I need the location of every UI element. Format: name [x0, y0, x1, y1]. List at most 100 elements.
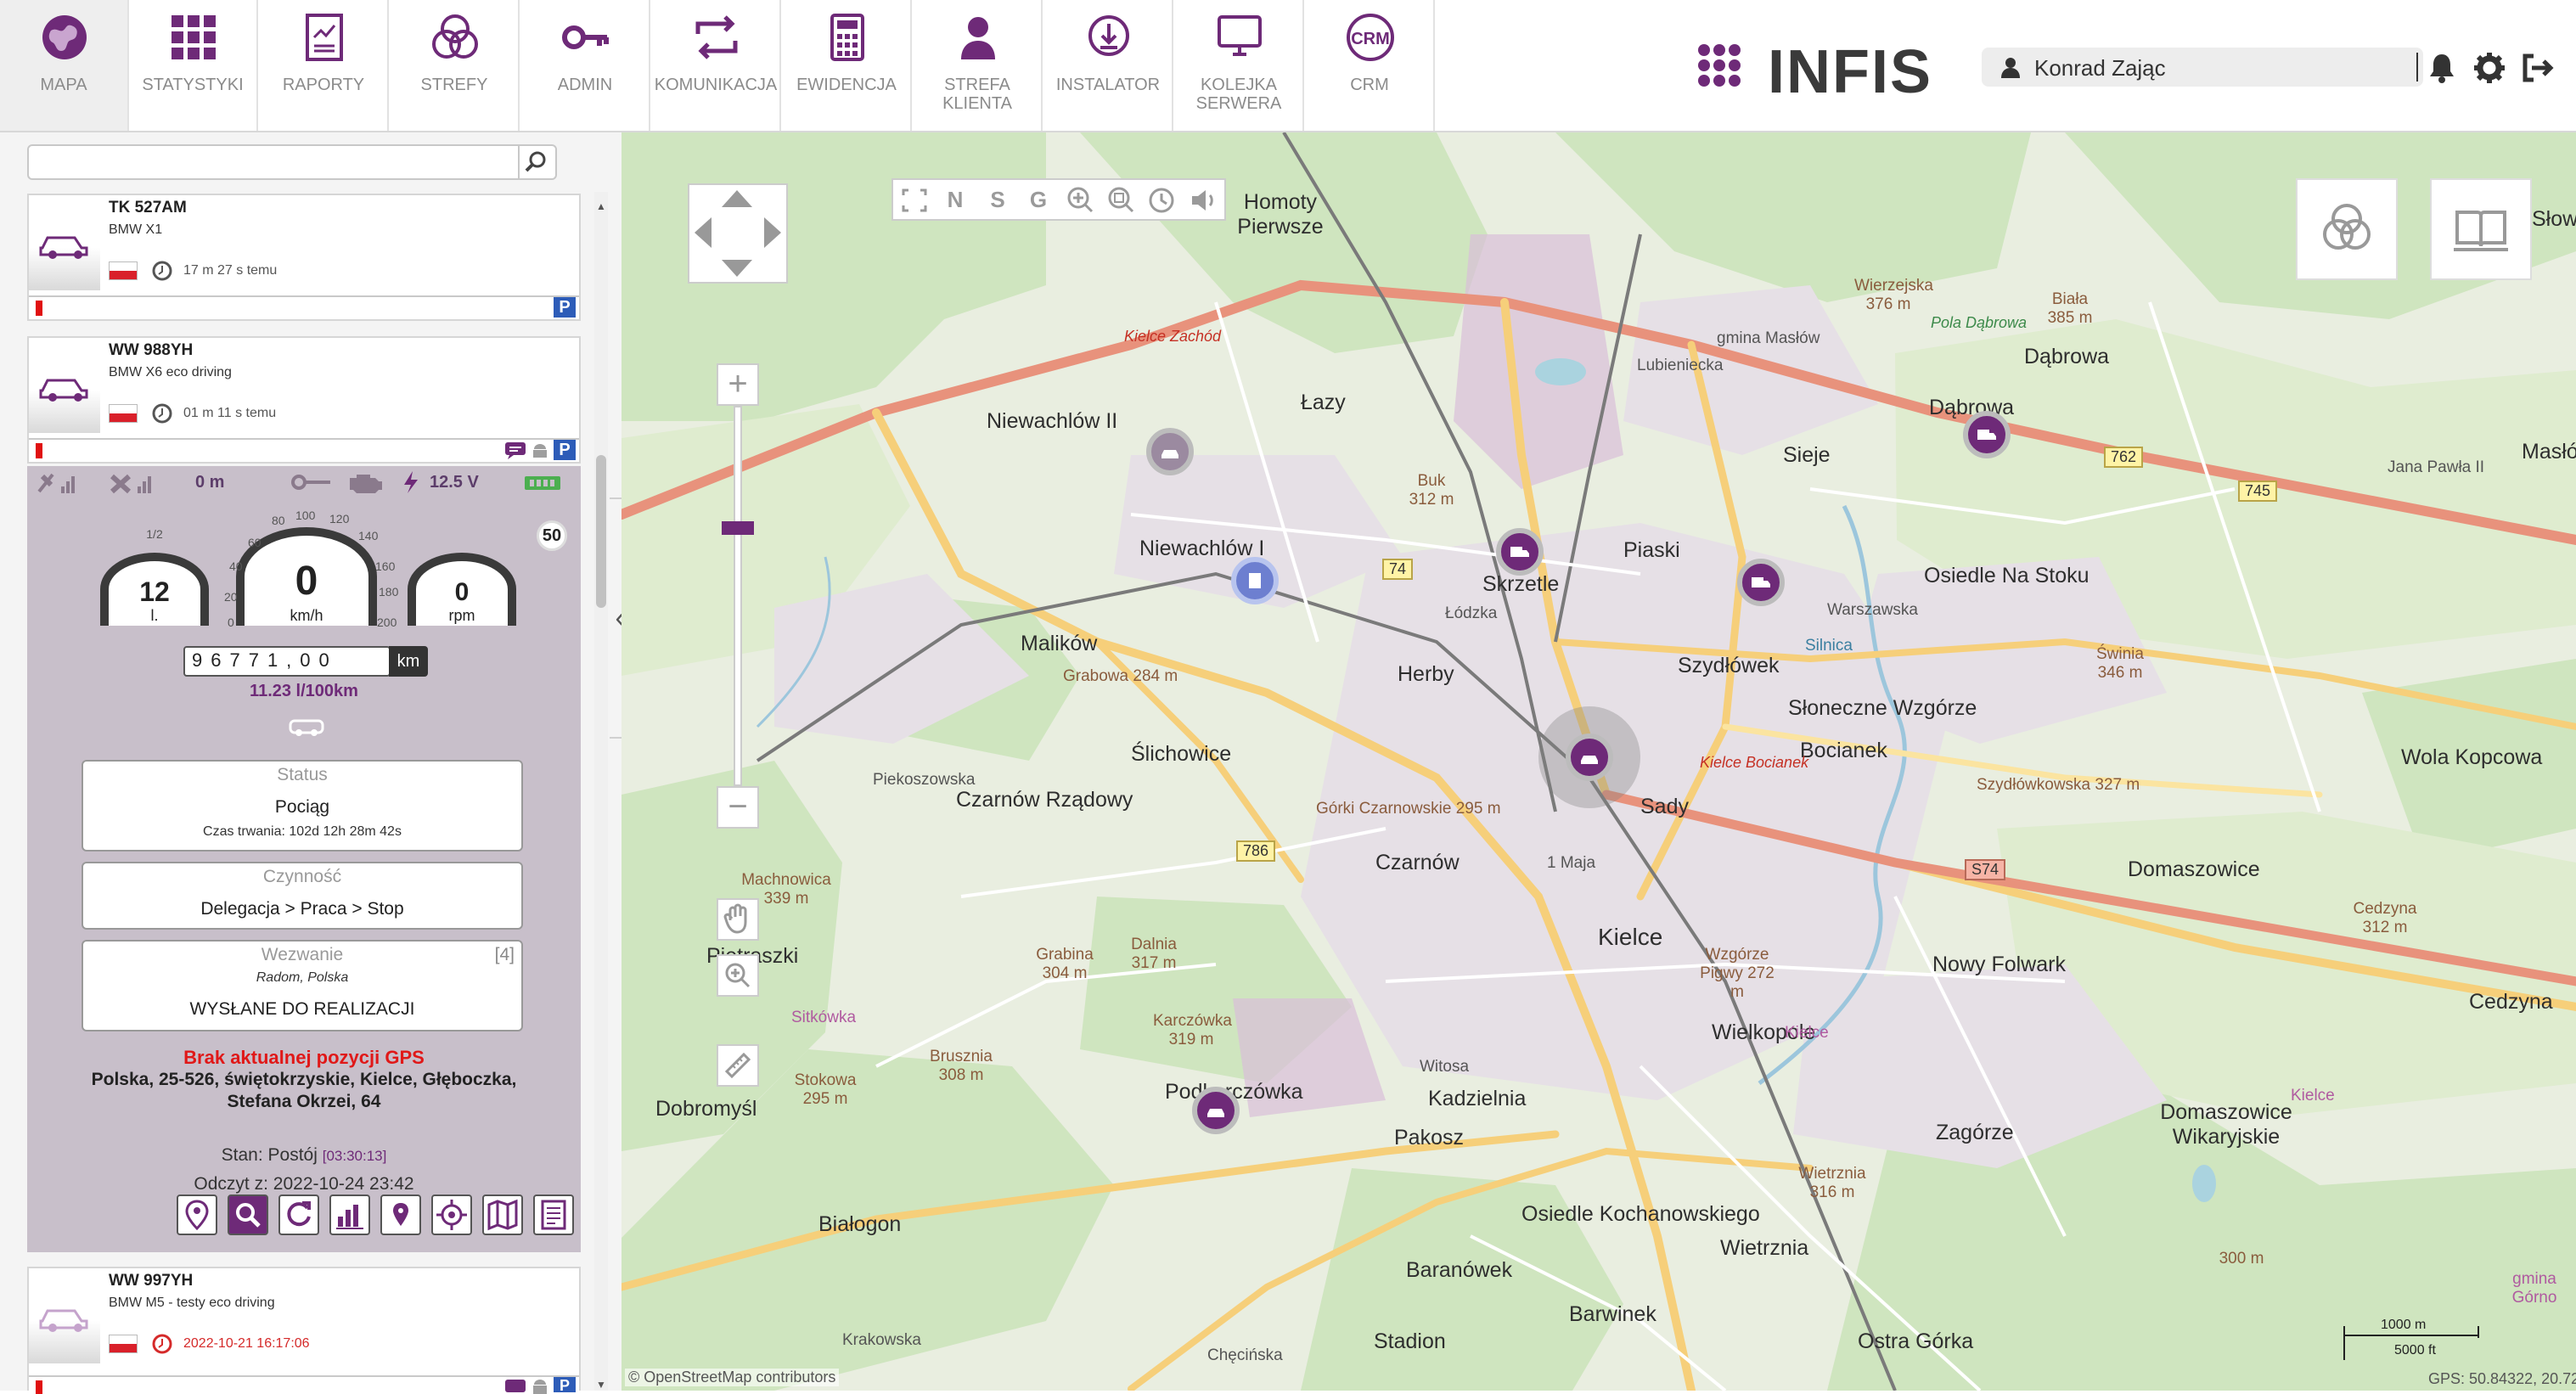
- vehicle-plate: WW 997YH: [109, 1272, 194, 1290]
- target-button[interactable]: [431, 1194, 472, 1235]
- nav-mapa[interactable]: MAPA: [0, 0, 129, 131]
- map-place-label: Szydłówek: [1678, 654, 1780, 677]
- nav-strefy[interactable]: STREFY: [391, 0, 520, 131]
- scale-imperial: 5000 ft: [2394, 1343, 2436, 1357]
- map-view[interactable]: Niewachlów II Łazy Niewachlów I Malików …: [622, 132, 2576, 1391]
- map-place-label: Słoneczne Wzgórze: [1788, 696, 1977, 720]
- search-button[interactable]: [518, 146, 555, 178]
- map-place-label: Kielce: [1598, 924, 1663, 950]
- map-place-label: Cedzyna: [2469, 990, 2553, 1014]
- vehicle-marker[interactable]: [1192, 1087, 1240, 1134]
- map-place-label: 300 m: [2219, 1250, 2264, 1268]
- status-duration: Czas trwania: 102d 12h 28m 42s: [203, 824, 402, 839]
- activity-panel[interactable]: Czynność Delegacja > Praca > Stop: [82, 862, 523, 930]
- selected-vehicle-marker[interactable]: [1566, 734, 1613, 781]
- zoom-area-button[interactable]: [717, 954, 759, 997]
- nav-label: KOMUNIKACJA: [654, 76, 778, 94]
- pan-right-icon[interactable]: [764, 217, 781, 248]
- map-mode-s-button[interactable]: S: [981, 187, 1014, 213]
- pan-left-icon[interactable]: [695, 217, 711, 248]
- pan-up-icon[interactable]: [722, 190, 752, 207]
- vehicle-marker[interactable]: [1737, 559, 1785, 606]
- status-panel: Status Pociąg Czas trwania: 102d 12h 28m…: [82, 760, 523, 852]
- message-icon[interactable]: [504, 1379, 526, 1394]
- map-attribution[interactable]: © OpenStreetMap contributors: [625, 1369, 840, 1386]
- sidebar-scroll-thumb[interactable]: [596, 455, 606, 608]
- status-indicator: [36, 443, 42, 458]
- map-place-label: Pola Dąbrowa: [1931, 314, 2028, 331]
- list-button[interactable]: [533, 1194, 574, 1235]
- map-place-label: Zagórze: [1936, 1121, 2014, 1144]
- vehicle-plate: TK 527AM: [109, 199, 187, 216]
- rpm-gauge: 0 rpm: [408, 553, 516, 626]
- map-mode-g-button[interactable]: G: [1022, 187, 1055, 213]
- map-place-label: Czarnów Rządowy: [956, 788, 1133, 812]
- nav-instalator[interactable]: INSTALATOR: [1044, 0, 1173, 131]
- map-mode-n-button[interactable]: N: [939, 187, 971, 213]
- map-place-label: Malików: [1021, 632, 1098, 655]
- map-place-label: Czarnów: [1375, 851, 1460, 874]
- person-pin-button[interactable]: [177, 1194, 217, 1235]
- vehicle-marker[interactable]: [1963, 411, 2011, 458]
- refresh-button[interactable]: [278, 1194, 319, 1235]
- message-icon[interactable]: [504, 441, 526, 460]
- status-indicator: [36, 301, 42, 316]
- sidebar-scrollbar[interactable]: ▲ ▼: [594, 192, 608, 1391]
- key-icon: [562, 25, 609, 49]
- parking-badge: P: [554, 440, 576, 460]
- scroll-up-icon[interactable]: ▲: [596, 200, 606, 212]
- logout-icon[interactable]: [2520, 51, 2554, 85]
- call-panel[interactable]: Wezwanie [4] Radom, Polska WYSŁANE DO RE…: [82, 940, 523, 1031]
- bell-icon[interactable]: [2425, 51, 2459, 85]
- pin-icon: [393, 1203, 408, 1226]
- map-place-label: Górki Czarnowskie 295 m: [1316, 800, 1501, 818]
- sound-toggle[interactable]: [1185, 183, 1221, 217]
- vehicle-sidebar: TK 527AM BMW X1 17 m 27 s temu P WW 988Y…: [0, 132, 638, 1394]
- zoom-box-tool[interactable]: [1104, 183, 1139, 217]
- zoom-handle[interactable]: [722, 521, 754, 535]
- map-place-label: Wietrznia: [1720, 1236, 1809, 1260]
- pan-down-icon[interactable]: [722, 260, 752, 277]
- scroll-down-icon[interactable]: ▼: [596, 1379, 606, 1391]
- vehicle-card-selected[interactable]: WW 988YH BMW X6 eco driving 01 m 11 s te…: [27, 336, 581, 464]
- pan-hand-button[interactable]: [717, 898, 759, 941]
- nav-raporty[interactable]: RAPORTY: [260, 0, 389, 131]
- hand-icon: [723, 903, 747, 934]
- fuel-unit: l.: [150, 607, 159, 624]
- vehicle-marker[interactable]: [1496, 528, 1544, 576]
- vehicle-marker[interactable]: [1146, 428, 1194, 475]
- map-place-label: Skrzetle: [1482, 572, 1560, 596]
- zoom-out-button[interactable]: −: [717, 786, 759, 829]
- map-button[interactable]: [482, 1194, 523, 1235]
- ruler-button[interactable]: [717, 1044, 759, 1087]
- map-place-label: Herby: [1398, 662, 1454, 686]
- map-place-label: Niewachlów II: [987, 409, 1118, 433]
- nav-statystyki[interactable]: STATYSTYKI: [129, 0, 258, 131]
- vehicle-address: Polska, 25-526, świętokrzyskie, Kielce, …: [91, 1070, 517, 1111]
- zoom-slider[interactable]: + −: [717, 363, 759, 829]
- vehicle-marker[interactable]: [1231, 557, 1279, 604]
- search-input[interactable]: [32, 148, 520, 177]
- pin-button[interactable]: [380, 1194, 421, 1235]
- power-bolt-icon: [404, 471, 418, 493]
- chart-button[interactable]: [329, 1194, 370, 1235]
- map-layers-button[interactable]: [2430, 178, 2532, 280]
- nav-kolejka-serwera[interactable]: KOLEJKA SERWERA: [1175, 0, 1304, 131]
- vehicle-card[interactable]: WW 997YH BMW M5 - testy eco driving 2022…: [27, 1267, 581, 1394]
- zoom-in-button[interactable]: +: [717, 363, 759, 406]
- nav-strefa-klienta[interactable]: STREFA KLIENTA: [914, 0, 1043, 131]
- zoom-track[interactable]: [734, 406, 742, 786]
- zones-toggle-button[interactable]: [2296, 178, 2398, 280]
- pan-control: [688, 183, 788, 284]
- vehicle-card[interactable]: TK 527AM BMW X1 17 m 27 s temu P: [27, 194, 581, 321]
- fullscreen-button[interactable]: [897, 183, 932, 217]
- zoom-in-tool[interactable]: [1063, 183, 1099, 217]
- gear-icon[interactable]: [2472, 51, 2506, 85]
- nav-komunikacja[interactable]: KOMUNIKACJA: [652, 0, 781, 131]
- zoom-reset-tool[interactable]: [1145, 183, 1180, 217]
- nav-crm[interactable]: CRM CRM: [1306, 0, 1435, 131]
- nav-admin[interactable]: ADMIN: [521, 0, 650, 131]
- nav-ewidencja[interactable]: EWIDENCJA: [783, 0, 912, 131]
- zoom-button[interactable]: [228, 1194, 268, 1235]
- user-box[interactable]: Konrad Zając: [1982, 48, 2423, 87]
